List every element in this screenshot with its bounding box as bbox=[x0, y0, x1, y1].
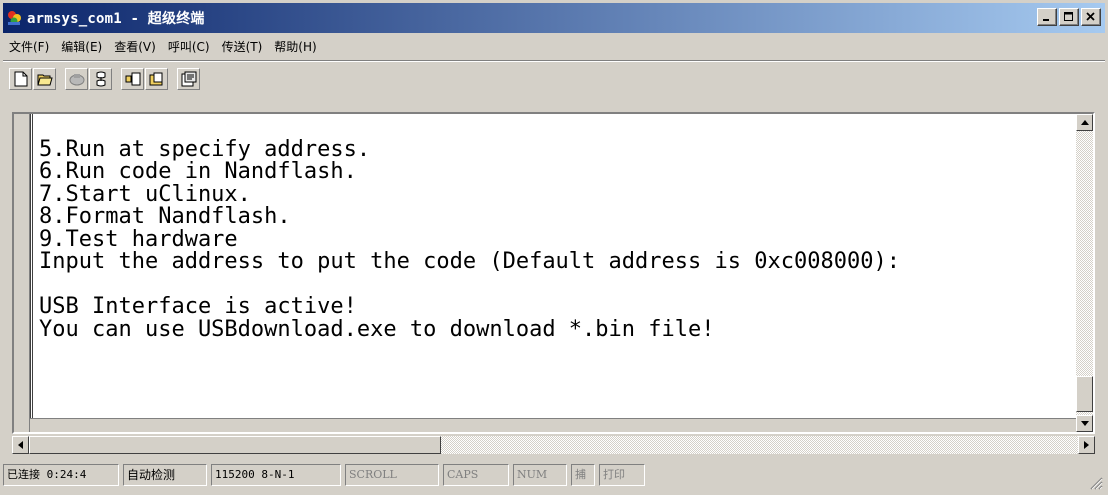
menu-file[interactable]: 文件(F) bbox=[3, 37, 55, 57]
arrow-up-icon bbox=[1080, 120, 1089, 125]
dial-button[interactable] bbox=[89, 68, 112, 90]
send-icon bbox=[125, 72, 140, 86]
capture-indicator: 捕 bbox=[571, 464, 595, 486]
terminal-frame: 5.Run at specify address. 6.Run code in N… bbox=[12, 112, 1095, 434]
scroll-down-button[interactable] bbox=[1076, 415, 1093, 432]
open-icon bbox=[36, 74, 53, 86]
terminal-line: USB Interface is active! bbox=[39, 294, 357, 319]
resize-grip-icon[interactable] bbox=[1089, 476, 1103, 490]
terminal-line: 8.Format Nandflash. bbox=[39, 204, 291, 229]
terminal-line: 6.Run code in Nandflash. bbox=[39, 159, 357, 184]
close-button[interactable] bbox=[1081, 8, 1101, 26]
print-indicator: 打印 bbox=[599, 464, 645, 486]
arrow-down-icon bbox=[1080, 421, 1089, 426]
toolbar-separator bbox=[3, 60, 1105, 62]
arrow-right-icon bbox=[1084, 441, 1089, 449]
status-bar: 已连接 0:24:4 自动检测 115200 8-N-1 SCROLL CAPS… bbox=[3, 458, 1105, 492]
connection-status: 已连接 0:24:4 bbox=[3, 464, 119, 486]
send-button[interactable] bbox=[121, 68, 144, 90]
num-indicator: NUM bbox=[513, 464, 567, 486]
toolbar bbox=[3, 64, 1105, 94]
maximize-icon bbox=[1064, 12, 1073, 21]
properties-dial-icon bbox=[96, 71, 105, 87]
terminal-line: 9.Test hardware bbox=[39, 226, 238, 252]
vertical-scroll-thumb[interactable] bbox=[1076, 376, 1093, 412]
vertical-scrollbar[interactable] bbox=[1076, 114, 1093, 432]
disconnect-icon bbox=[69, 74, 84, 86]
new-icon bbox=[14, 71, 27, 87]
menu-help[interactable]: 帮助(H) bbox=[268, 37, 322, 57]
scroll-left-button[interactable] bbox=[12, 436, 29, 454]
scroll-indicator: SCROLL bbox=[345, 464, 439, 486]
caps-indicator: CAPS bbox=[443, 464, 509, 486]
horizontal-scroll-thumb[interactable] bbox=[29, 436, 441, 454]
terminal-left-margin bbox=[14, 114, 30, 432]
open-button[interactable] bbox=[33, 68, 56, 90]
detect-status: 自动检测 bbox=[123, 464, 207, 486]
maximize-button[interactable] bbox=[1059, 8, 1079, 26]
terminal-line: Input the address to put the code (Defau… bbox=[39, 249, 900, 274]
menu-view[interactable]: 查看(V) bbox=[108, 37, 162, 57]
terminal-line: 5.Run at specify address. bbox=[39, 136, 371, 162]
receive-button[interactable] bbox=[145, 68, 168, 90]
properties-icon bbox=[181, 71, 196, 87]
arrow-left-icon bbox=[18, 441, 23, 449]
terminal-line: You can use USBdownload.exe to download … bbox=[39, 316, 715, 342]
port-settings: 115200 8-N-1 bbox=[211, 464, 341, 486]
hyperterminal-app-icon[interactable] bbox=[6, 9, 24, 27]
title-bar[interactable]: armsys_com1 - 超级终端 bbox=[3, 3, 1105, 33]
terminal-bottom-margin bbox=[30, 418, 1078, 432]
properties-button[interactable] bbox=[177, 68, 200, 90]
menu-transfer[interactable]: 传送(T) bbox=[216, 37, 269, 57]
receive-icon bbox=[149, 72, 162, 86]
window-title: armsys_com1 - 超级终端 bbox=[27, 11, 205, 27]
new-connection-button[interactable] bbox=[9, 68, 32, 90]
menu-edit[interactable]: 编辑(E) bbox=[55, 37, 108, 57]
scroll-right-button[interactable] bbox=[1078, 436, 1095, 454]
scroll-up-button[interactable] bbox=[1076, 114, 1093, 131]
menu-call[interactable]: 呼叫(C) bbox=[162, 37, 216, 57]
terminal-line: 7.Start uClinux. bbox=[39, 181, 251, 207]
minimize-button[interactable] bbox=[1037, 8, 1057, 26]
horizontal-scrollbar[interactable] bbox=[12, 436, 1095, 454]
menu-bar: 文件(F) 编辑(E) 查看(V) 呼叫(C) 传送(T) 帮助(H) bbox=[3, 35, 1105, 59]
disconnect-button[interactable] bbox=[65, 68, 88, 90]
close-icon bbox=[1086, 12, 1095, 21]
minimize-icon bbox=[1043, 19, 1049, 21]
terminal-output[interactable]: 5.Run at specify address. 6.Run code in N… bbox=[30, 114, 1078, 432]
